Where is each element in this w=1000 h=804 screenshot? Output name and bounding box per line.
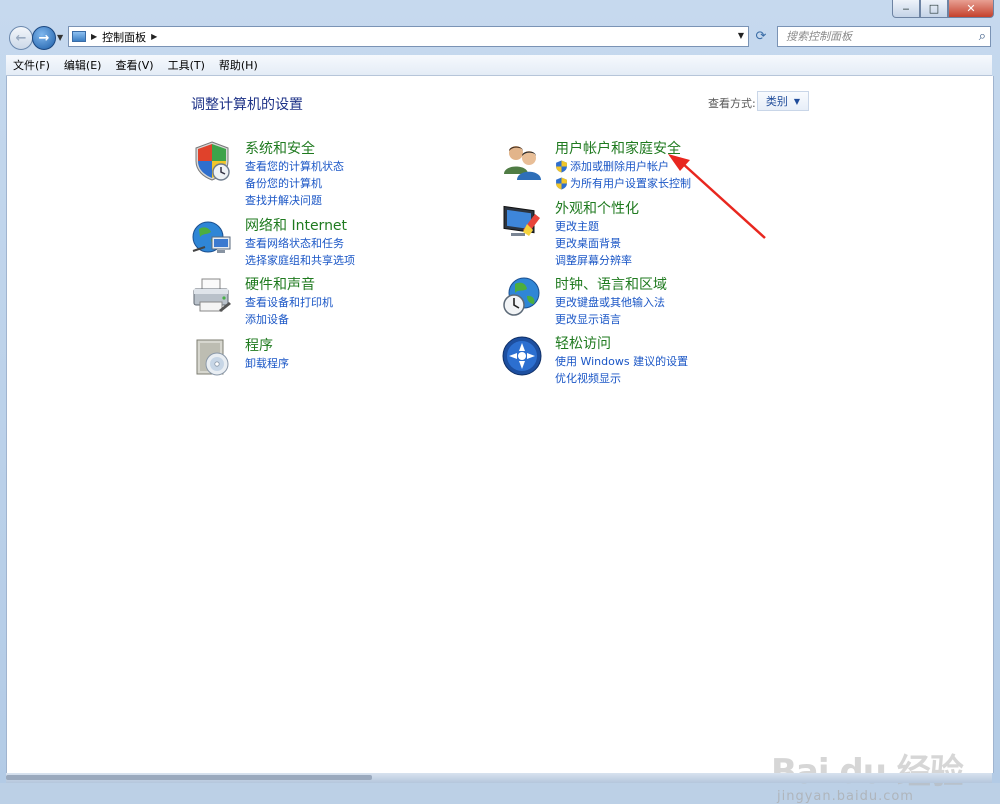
menu-help[interactable]: 帮助(H) — [212, 57, 265, 73]
category-title[interactable]: 轻松访问 — [555, 335, 688, 353]
caption-buttons: ‒ □ ✕ — [892, 0, 994, 18]
search-box[interactable]: ⌕ — [777, 26, 991, 47]
link-change-theme[interactable]: 更改主题 — [555, 218, 639, 235]
monitor-paint-icon[interactable] — [501, 200, 543, 242]
close-button[interactable]: ✕ — [948, 0, 994, 18]
link-text: 添加或删除用户帐户 — [570, 160, 669, 173]
link-devices-printers[interactable]: 查看设备和打印机 — [245, 294, 333, 311]
link-desktop-background[interactable]: 更改桌面背景 — [555, 235, 639, 252]
control-panel-window: ‒ □ ✕ ← → ▼ ▶ 控制面板 ▶ ▼ ⟳ ⌕ 文件(F) 编辑(E) 查… — [0, 0, 1000, 804]
address-bar[interactable]: ▶ 控制面板 ▶ ▼ — [68, 26, 749, 47]
link-recommended-settings[interactable]: 使用 Windows 建议的设置 — [555, 353, 688, 370]
view-by-dropdown[interactable]: 类别 ▼ — [757, 91, 809, 111]
link-troubleshoot[interactable]: 查找并解决问题 — [245, 192, 344, 209]
horizontal-scrollbar[interactable] — [6, 773, 992, 783]
menu-tools[interactable]: 工具(T) — [161, 57, 212, 73]
menu-file[interactable]: 文件(F) — [6, 57, 57, 73]
category-title[interactable]: 用户帐户和家庭安全 — [555, 140, 691, 158]
navigation-bar: ← → ▼ ▶ 控制面板 ▶ ▼ ⟳ ⌕ — [0, 24, 1000, 52]
category-title[interactable]: 硬件和声音 — [245, 276, 333, 294]
category-title[interactable]: 时钟、语言和区域 — [555, 276, 667, 294]
menu-bar: 文件(F) 编辑(E) 查看(V) 工具(T) 帮助(H) — [6, 55, 992, 76]
category-title[interactable]: 网络和 Internet — [245, 217, 355, 235]
scrollbar-thumb[interactable] — [6, 775, 372, 780]
control-panel-icon — [72, 31, 86, 42]
link-change-display-language[interactable]: 更改显示语言 — [555, 311, 667, 328]
link-uninstall-program[interactable]: 卸载程序 — [245, 355, 289, 372]
view-by-value: 类别 — [765, 95, 788, 108]
programs-icon[interactable] — [191, 337, 233, 379]
link-change-input-method[interactable]: 更改键盘或其他输入法 — [555, 294, 667, 311]
view-by-label: 查看方式: — [708, 97, 756, 110]
watermark-logo: Bai du 经验 — [771, 752, 964, 792]
link-text: 为所有用户设置家长控制 — [570, 177, 691, 190]
recent-pages-dropdown[interactable]: ▼ — [57, 33, 63, 42]
minimize-button[interactable]: ‒ — [892, 0, 920, 18]
category-title[interactable]: 外观和个性化 — [555, 200, 639, 218]
category-title[interactable]: 系统和安全 — [245, 140, 344, 158]
search-icon[interactable]: ⌕ — [979, 29, 986, 44]
shield-icon[interactable] — [191, 140, 233, 182]
link-homegroup-sharing[interactable]: 选择家庭组和共享选项 — [245, 252, 355, 269]
link-parental-controls[interactable]: 为所有用户设置家长控制 — [555, 175, 691, 192]
printer-icon[interactable] — [191, 276, 233, 318]
menu-view[interactable]: 查看(V) — [108, 57, 160, 73]
uac-shield-icon — [556, 177, 567, 190]
link-add-remove-accounts[interactable]: 添加或删除用户帐户 — [555, 158, 691, 175]
search-input[interactable] — [784, 29, 968, 44]
main-content: 调整计算机的设置 查看方式: 类别 ▼ 系统和安全 查看您的计算机状态 备份您的… — [6, 76, 994, 804]
refresh-icon[interactable]: ⟳ — [752, 28, 770, 46]
link-network-status[interactable]: 查看网络状态和任务 — [245, 235, 355, 252]
globe-clock-icon[interactable] — [501, 276, 543, 318]
globe-network-icon[interactable] — [191, 217, 233, 259]
page-title: 调整计算机的设置 — [191, 97, 303, 113]
link-backup-computer[interactable]: 备份您的计算机 — [245, 175, 344, 192]
maximize-button[interactable]: □ — [920, 0, 948, 18]
forward-button[interactable]: → — [32, 26, 56, 50]
breadcrumb-chevron-icon[interactable]: ▶ — [151, 32, 157, 41]
ease-of-access-icon[interactable] — [501, 335, 543, 377]
users-icon[interactable] — [501, 140, 543, 182]
breadcrumb-chevron-icon[interactable]: ▶ — [91, 32, 97, 41]
chevron-down-icon: ▼ — [793, 96, 801, 106]
link-add-device[interactable]: 添加设备 — [245, 311, 333, 328]
link-optimize-visual-display[interactable]: 优化视频显示 — [555, 370, 688, 387]
breadcrumb-control-panel[interactable]: 控制面板 — [102, 29, 146, 45]
address-dropdown-icon[interactable]: ▼ — [738, 31, 744, 40]
category-title[interactable]: 程序 — [245, 337, 289, 355]
back-button[interactable]: ← — [9, 26, 33, 50]
link-view-computer-status[interactable]: 查看您的计算机状态 — [245, 158, 344, 175]
menu-edit[interactable]: 编辑(E) — [57, 57, 109, 73]
link-screen-resolution[interactable]: 调整屏幕分辨率 — [555, 252, 639, 269]
uac-shield-icon — [556, 160, 567, 173]
